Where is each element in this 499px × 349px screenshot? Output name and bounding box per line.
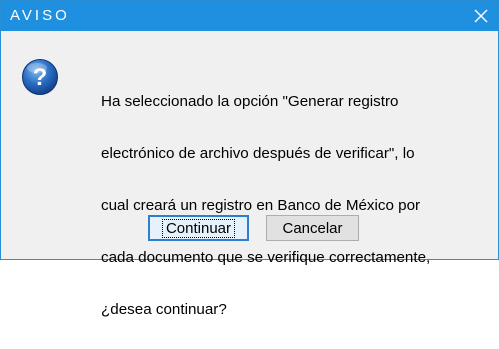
message-line: Ha seleccionado la opción "Generar regis… [101, 93, 399, 110]
cancel-button[interactable]: Cancelar [266, 215, 359, 241]
message-line: ¿desea continuar? [101, 301, 227, 318]
message-line: electrónico de archivo después de verifi… [101, 145, 415, 162]
aviso-dialog: AVISO ? Ha seleccionado la opción "Gener… [0, 0, 499, 318]
close-icon [474, 9, 488, 23]
message-line: cada documento que se verifique correcta… [101, 249, 431, 266]
dialog-title: AVISO [10, 7, 70, 24]
svg-text:?: ? [33, 64, 48, 91]
title-bar[interactable]: AVISO [1, 1, 498, 31]
close-button[interactable] [464, 1, 498, 31]
question-icon: ? [22, 59, 58, 95]
continue-button[interactable]: Continuar [148, 215, 249, 241]
message-text: Ha seleccionado la opción "Generar regis… [101, 63, 493, 349]
dialog-body: ? Ha seleccionado la opción "Generar reg… [1, 31, 498, 318]
continue-label: Continuar [161, 218, 236, 238]
